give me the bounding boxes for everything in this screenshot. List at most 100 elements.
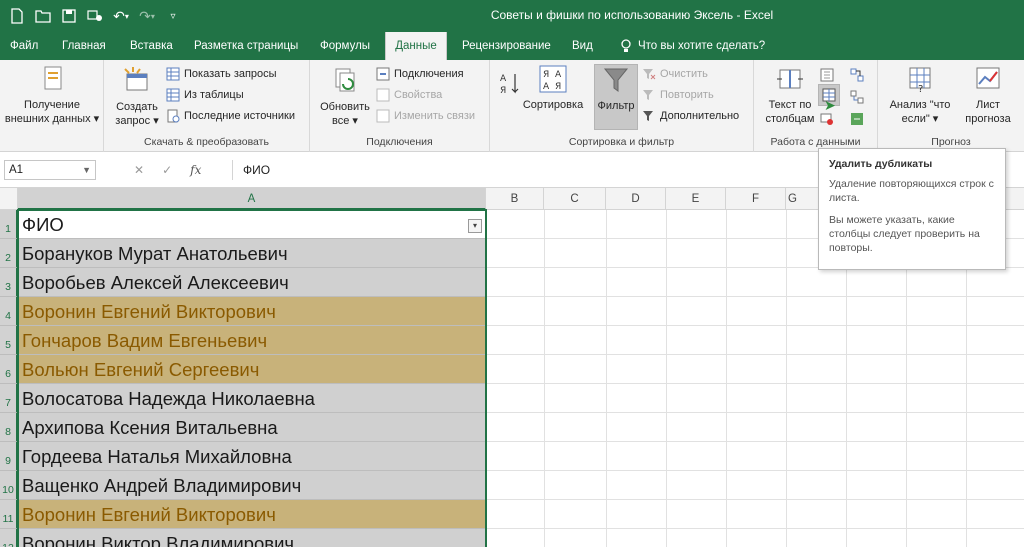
- column-header-c[interactable]: C: [544, 188, 606, 210]
- name-box-dropdown-icon[interactable]: ▼: [82, 161, 91, 179]
- svg-text:A: A: [500, 74, 507, 84]
- manage-data-model-button[interactable]: [850, 110, 864, 128]
- refresh-all-button[interactable]: Обновить все ▾: [316, 66, 374, 128]
- tooltip-description: Удаление повторяющихся строк с листа.: [829, 178, 994, 204]
- grid-line: [786, 210, 787, 547]
- properties-button[interactable]: Свойства: [376, 86, 442, 104]
- tell-me-box[interactable]: Что вы хотите сделать?: [620, 32, 765, 60]
- table-row[interactable]: Гордеева Наталья Михайловна: [18, 442, 485, 471]
- row-header[interactable]: 9: [0, 442, 18, 471]
- table-row[interactable]: Архипова Ксения Витальевна: [18, 413, 485, 442]
- reapply-filter-button[interactable]: Повторить: [642, 86, 714, 104]
- sort-button[interactable]: ЯААЯ Сортировка: [518, 64, 588, 112]
- grid-line: [486, 441, 1024, 442]
- filter-dropdown-icon[interactable]: ▾: [468, 219, 482, 233]
- insert-function-icon[interactable]: fx: [190, 163, 201, 177]
- what-if-line2: если" ▾: [901, 113, 939, 125]
- row-header[interactable]: 12: [0, 529, 18, 547]
- forecast-sheet-button[interactable]: Лист прогноза: [958, 64, 1018, 126]
- table-row[interactable]: Воронин Евгений Викторович: [18, 297, 485, 326]
- column-header-e[interactable]: E: [666, 188, 726, 210]
- filter-label: Фильтр: [597, 100, 635, 112]
- tab-view[interactable]: Вид: [566, 32, 599, 60]
- cell-text: Гончаров Вадим Евгеньевич: [22, 330, 268, 351]
- consolidate-button[interactable]: [850, 66, 864, 84]
- grid-line: [486, 499, 1024, 500]
- tab-insert[interactable]: Вставка: [124, 32, 179, 60]
- advanced-label: Дополнительно: [660, 110, 740, 122]
- header-cell[interactable]: ФИО ▾: [18, 210, 485, 239]
- enter-icon[interactable]: ✓: [162, 163, 172, 177]
- row-header[interactable]: 7: [0, 384, 18, 413]
- data-validation-button[interactable]: [820, 110, 834, 128]
- row-header[interactable]: 1: [0, 210, 18, 239]
- table-row[interactable]: Ващенко Андрей Владимирович: [18, 471, 485, 500]
- forecast-sheet-line1: Лист: [976, 99, 1000, 111]
- row-header[interactable]: 5: [0, 326, 18, 355]
- row-header[interactable]: 10: [0, 471, 18, 500]
- clear-filter-button[interactable]: Очистить: [642, 65, 708, 83]
- flash-fill-button[interactable]: [820, 66, 834, 84]
- row-header[interactable]: 3: [0, 268, 18, 297]
- table-row[interactable]: Вольюн Евгений Сергеевич: [18, 355, 485, 384]
- tooltip-title: Удалить дубликаты: [829, 158, 933, 170]
- edit-links-button[interactable]: Изменить связи: [376, 107, 475, 125]
- filter-button[interactable]: Фильтр: [594, 64, 638, 130]
- relationships-icon: [850, 90, 864, 104]
- recent-sources-button[interactable]: Последние источники: [166, 107, 295, 125]
- connections-button[interactable]: Подключения: [376, 65, 464, 83]
- svg-text:Я: Я: [555, 82, 561, 92]
- refresh-line2: все ▾: [332, 115, 358, 127]
- new-query-button[interactable]: Создать запрос ▾: [112, 66, 162, 128]
- refresh-line1: Обновить: [320, 101, 370, 113]
- forecast-sheet-line2: прогноза: [965, 113, 1011, 125]
- select-all-corner[interactable]: [0, 188, 18, 210]
- tab-page-layout[interactable]: Разметка страницы: [188, 32, 304, 60]
- table-row[interactable]: Воронин Евгений Викторович: [18, 500, 485, 529]
- svg-text:А: А: [555, 70, 562, 80]
- group-connections: Обновить все ▾ Подключения Свойства Изме…: [310, 60, 490, 152]
- reapply-icon: [643, 90, 653, 100]
- cell-text: Ващенко Андрей Владимирович: [22, 475, 302, 496]
- column-header-b[interactable]: B: [486, 188, 544, 210]
- table-row[interactable]: Воронин Виктор Владимирович: [18, 529, 485, 547]
- column-header-f[interactable]: F: [726, 188, 786, 210]
- row-header[interactable]: 6: [0, 355, 18, 384]
- connections-label: Подключения: [394, 68, 464, 80]
- grid-line: [486, 412, 1024, 413]
- show-queries-button[interactable]: Показать запросы: [166, 65, 277, 83]
- table-row[interactable]: Борануков Мурат Анатольевич: [18, 239, 485, 268]
- row-header[interactable]: 8: [0, 413, 18, 442]
- table-row[interactable]: Волосатова Надежда Николаевна: [18, 384, 485, 413]
- text-to-columns-button[interactable]: Текст по столбцам: [760, 64, 820, 126]
- name-box[interactable]: A1 ▼: [4, 160, 96, 180]
- advanced-filter-button[interactable]: Дополнительно: [642, 107, 739, 125]
- table-row[interactable]: Воробьев Алексей Алексеевич: [18, 268, 485, 297]
- what-if-button[interactable]: ? Анализ "что если" ▾: [882, 64, 958, 126]
- tab-review[interactable]: Рецензирование: [456, 32, 557, 60]
- tab-home[interactable]: Главная: [56, 32, 112, 60]
- tab-formulas[interactable]: Формулы: [314, 32, 376, 60]
- grid-line: [486, 296, 1024, 297]
- row-header[interactable]: 4: [0, 297, 18, 326]
- cancel-icon[interactable]: ✕: [134, 163, 144, 177]
- relationships-button[interactable]: [850, 88, 864, 106]
- cell-text: Вольюн Евгений Сергеевич: [22, 359, 260, 380]
- group-label-forecast: Прогноз: [931, 136, 971, 148]
- row-header[interactable]: 11: [0, 500, 18, 529]
- flash-fill-icon: [820, 68, 834, 82]
- svg-text:Я: Я: [500, 86, 506, 96]
- from-table-button[interactable]: Из таблицы: [166, 86, 244, 104]
- table-row[interactable]: Гончаров Вадим Евгеньевич: [18, 326, 485, 355]
- column-header-a[interactable]: A: [18, 188, 486, 210]
- tab-data[interactable]: Данные: [385, 32, 447, 60]
- column-header-d[interactable]: D: [606, 188, 666, 210]
- text-to-columns-line2: столбцам: [765, 113, 815, 125]
- row-header[interactable]: 2: [0, 239, 18, 268]
- get-external-data-button[interactable]: Получение внешних данных ▾: [0, 64, 104, 126]
- tab-file[interactable]: Файл: [4, 32, 44, 60]
- group-get-transform: Создать запрос ▾ Показать запросы Из таб…: [104, 60, 310, 152]
- ribbon: Получение внешних данных ▾ Создать запро…: [0, 60, 1024, 152]
- refresh-icon: [335, 68, 355, 92]
- formula-controls: ✕ ✓ fx: [120, 160, 230, 180]
